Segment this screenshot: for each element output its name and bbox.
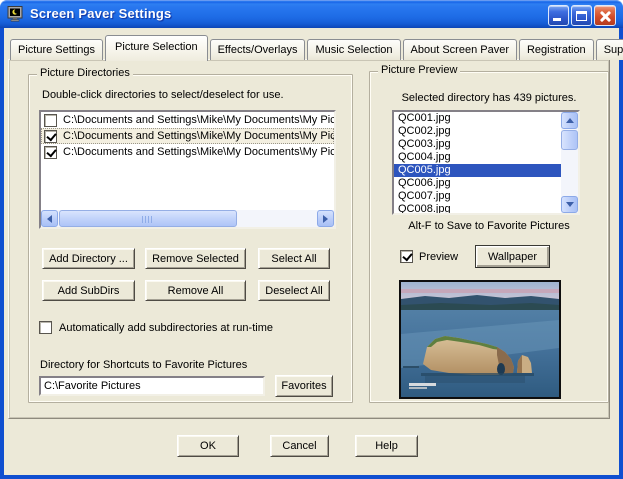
scroll-left-button[interactable] xyxy=(41,210,58,227)
auto-add-subdirectories-checkbox[interactable] xyxy=(39,321,52,334)
vertical-scrollbar-thumb[interactable] xyxy=(561,130,578,150)
pictures-rows: QC001.jpg QC002.jpg QC003.jpg QC004.jpg … xyxy=(394,112,561,213)
maximize-icon xyxy=(576,11,587,21)
directories-listbox[interactable]: C:\Documents and Settings\Mike\My Docume… xyxy=(39,110,336,229)
directory-picture-count: Selected directory has 439 pictures. xyxy=(370,92,608,104)
scroll-right-button[interactable] xyxy=(317,210,334,227)
tab-registration[interactable]: Registration xyxy=(519,39,594,60)
horizontal-scrollbar[interactable] xyxy=(41,210,334,227)
directories-instruction: Double-click directories to select/desel… xyxy=(42,89,284,101)
tab-support[interactable]: Support xyxy=(596,39,623,60)
minimize-icon xyxy=(553,18,561,21)
add-directory-button[interactable]: Add Directory ... xyxy=(42,248,135,269)
arrow-up-icon xyxy=(566,118,574,123)
favorites-hint: Alt-F to Save to Favorite Pictures xyxy=(370,220,608,232)
screen-paver-settings-window: Screen Paver Settings Picture Settings P… xyxy=(0,0,623,479)
picture-directories-group: Picture Directories Double-click directo… xyxy=(28,74,353,403)
picture-file-row[interactable]: QC003.jpg xyxy=(394,138,561,151)
window-title: Screen Paver Settings xyxy=(30,6,172,21)
horizontal-scrollbar-thumb[interactable] xyxy=(59,210,237,227)
add-subdirs-button[interactable]: Add SubDirs xyxy=(42,280,135,301)
minimize-button[interactable] xyxy=(548,5,569,26)
picture-preview-image xyxy=(399,280,561,399)
vertical-scrollbar[interactable] xyxy=(561,112,578,213)
picture-file-row[interactable]: QC004.jpg xyxy=(394,151,561,164)
scroll-down-button[interactable] xyxy=(561,196,578,213)
picture-file-row[interactable]: QC001.jpg xyxy=(394,112,561,125)
deselect-all-button[interactable]: Deselect All xyxy=(258,280,330,301)
directories-rows: C:\Documents and Settings\Mike\My Docume… xyxy=(41,112,334,210)
tab-picture-selection[interactable]: Picture Selection xyxy=(105,35,208,61)
directory-row[interactable]: C:\Documents and Settings\Mike\My Docume… xyxy=(41,128,334,144)
arrow-left-icon xyxy=(47,215,52,223)
wallpaper-button[interactable]: Wallpaper xyxy=(475,245,550,268)
ok-button[interactable]: OK xyxy=(177,435,239,457)
arrow-down-icon xyxy=(566,202,574,207)
remove-all-button[interactable]: Remove All xyxy=(145,280,246,301)
picture-directories-group-label: Picture Directories xyxy=(37,67,133,79)
directory-path: C:\Documents and Settings\Mike\My Docume… xyxy=(63,146,334,158)
tab-bar: Picture Settings Picture Selection Effec… xyxy=(10,34,623,60)
pictures-listbox[interactable]: QC001.jpg QC002.jpg QC003.jpg QC004.jpg … xyxy=(392,110,580,215)
titlebar[interactable]: Screen Paver Settings xyxy=(0,0,623,28)
picture-file-row-selected[interactable]: QC005.jpg xyxy=(394,164,561,177)
scroll-up-button[interactable] xyxy=(561,112,578,129)
arrow-right-icon xyxy=(323,215,328,223)
directory-row[interactable]: C:\Documents and Settings\Mike\My Docume… xyxy=(41,112,334,128)
picture-selection-page: Picture Directories Double-click directo… xyxy=(8,59,610,419)
picture-file-row[interactable]: QC002.jpg xyxy=(394,125,561,138)
screen-paver-app-icon xyxy=(7,6,23,22)
tab-about-screen-paver[interactable]: About Screen Paver xyxy=(403,39,517,60)
tab-music-selection[interactable]: Music Selection xyxy=(307,39,400,60)
select-all-button[interactable]: Select All xyxy=(258,248,330,269)
directory-row[interactable]: C:\Documents and Settings\Mike\My Docume… xyxy=(41,144,334,160)
picture-file-row[interactable]: QC008.jpg xyxy=(394,203,561,213)
directory-checkbox-unchecked[interactable] xyxy=(44,114,57,127)
picture-file-row[interactable]: QC007.jpg xyxy=(394,190,561,203)
maximize-button[interactable] xyxy=(571,5,592,26)
perce-rock-photo xyxy=(401,282,559,397)
picture-file-row[interactable]: QC006.jpg xyxy=(394,177,561,190)
favorites-button[interactable]: Favorites xyxy=(275,375,333,397)
picture-preview-group-label: Picture Preview xyxy=(378,64,460,76)
dialog-client-area: Picture Settings Picture Selection Effec… xyxy=(4,28,619,475)
help-button[interactable]: Help xyxy=(355,435,418,457)
directory-checkbox-checked[interactable] xyxy=(44,130,57,143)
favorites-directory-field[interactable]: C:\Favorite Pictures xyxy=(39,376,265,396)
picture-preview-group: Picture Preview Selected directory has 4… xyxy=(369,71,609,403)
preview-checkbox[interactable] xyxy=(400,250,413,263)
directory-path: C:\Documents and Settings\Mike\My Docume… xyxy=(63,114,334,126)
directory-checkbox-checked[interactable] xyxy=(44,146,57,159)
tab-picture-settings[interactable]: Picture Settings xyxy=(10,39,103,60)
close-button[interactable] xyxy=(594,5,616,26)
tab-effects-overlays[interactable]: Effects/Overlays xyxy=(210,39,306,60)
remove-selected-button[interactable]: Remove Selected xyxy=(145,248,246,269)
auto-add-subdirectories-label: Automatically add subdirectories at run-… xyxy=(59,322,273,334)
favorites-directory-label: Directory for Shortcuts to Favorite Pict… xyxy=(40,359,247,371)
preview-checkbox-label: Preview xyxy=(419,251,458,263)
cancel-button[interactable]: Cancel xyxy=(270,435,329,457)
directory-path: C:\Documents and Settings\Mike\My Docume… xyxy=(63,130,334,142)
